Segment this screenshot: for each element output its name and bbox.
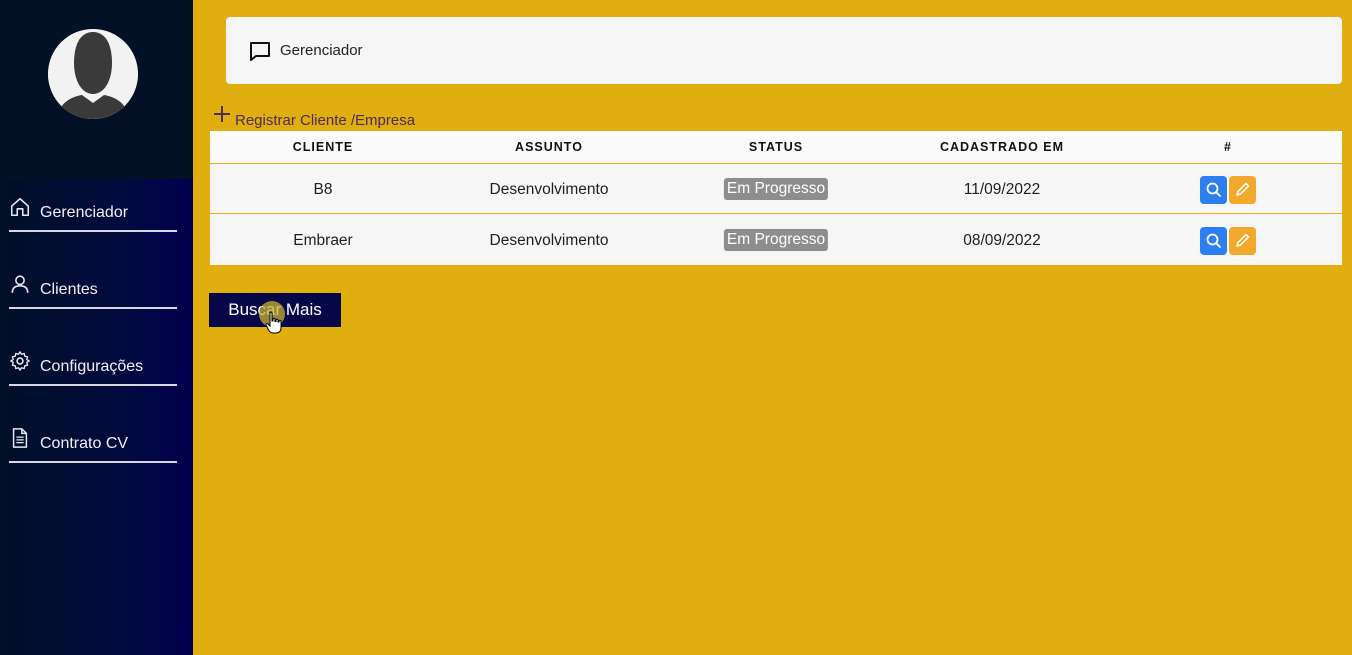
sidebar: Gerenciador Clientes Configurações Contr… <box>0 0 193 655</box>
plus-icon <box>214 106 230 122</box>
avatar <box>48 29 138 119</box>
view-button[interactable] <box>1200 227 1227 255</box>
sidebar-item-label: Contrato CV <box>40 435 129 452</box>
search-icon <box>1206 182 1221 197</box>
table-row: B8 Desenvolvimento Em Progresso 11/09/20… <box>210 164 1342 214</box>
edit-button[interactable] <box>1229 227 1256 255</box>
document-icon <box>12 428 28 448</box>
chat-icon <box>250 42 270 61</box>
edit-button[interactable] <box>1229 176 1256 204</box>
page-header: Gerenciador <box>226 17 1342 84</box>
column-header-assunto: ASSUNTO <box>515 140 583 154</box>
cell-cliente: B8 <box>313 181 333 198</box>
column-header-status: STATUS <box>748 140 804 154</box>
user-icon <box>11 275 29 294</box>
column-header-actions: # <box>1224 140 1232 154</box>
sidebar-item-label: Configurações <box>40 358 144 375</box>
cell-cadastrado-em: 11/09/2022 <box>963 181 1041 198</box>
table-row: Embraer Desenvolvimento Em Progresso 08/… <box>210 215 1342 265</box>
sidebar-item-configuracoes[interactable]: Configurações <box>9 346 177 386</box>
page-title: Gerenciador <box>280 42 363 59</box>
pencil-icon <box>1236 233 1250 247</box>
sidebar-item-label: Clientes <box>40 281 98 298</box>
gear-icon <box>10 351 30 371</box>
search-icon <box>1206 233 1221 248</box>
register-client-label: Registrar Cliente /Empresa <box>235 112 416 129</box>
clients-table: CLIENTE ASSUNTO STATUS CADASTRADO EM # B… <box>210 131 1342 265</box>
pencil-icon <box>1236 182 1250 196</box>
view-button[interactable] <box>1200 176 1227 204</box>
cell-cadastrado-em: 08/09/2022 <box>963 232 1041 249</box>
status-badge: Em Progresso <box>723 229 829 251</box>
cell-cliente: Embraer <box>293 232 353 249</box>
home-icon <box>10 197 30 217</box>
sidebar-profile-area <box>0 0 193 179</box>
table-header: CLIENTE ASSUNTO STATUS CADASTRADO EM # <box>210 131 1342 164</box>
column-header-cliente: CLIENTE <box>292 140 354 154</box>
sidebar-item-label: Gerenciador <box>40 204 129 221</box>
cell-assunto: Desenvolvimento <box>489 181 609 198</box>
column-header-cadastrado-em: CADASTRADO EM <box>939 140 1065 154</box>
hand-cursor-icon <box>265 311 282 334</box>
sidebar-nav: Gerenciador Clientes Configurações Contr… <box>9 192 177 500</box>
sidebar-item-gerenciador[interactable]: Gerenciador <box>9 192 177 232</box>
user-silhouette-icon <box>48 29 138 119</box>
status-badge: Em Progresso <box>723 178 829 200</box>
sidebar-item-contrato-cv[interactable]: Contrato CV <box>9 423 177 463</box>
sidebar-item-clientes[interactable]: Clientes <box>9 269 177 309</box>
cell-assunto: Desenvolvimento <box>489 232 609 249</box>
